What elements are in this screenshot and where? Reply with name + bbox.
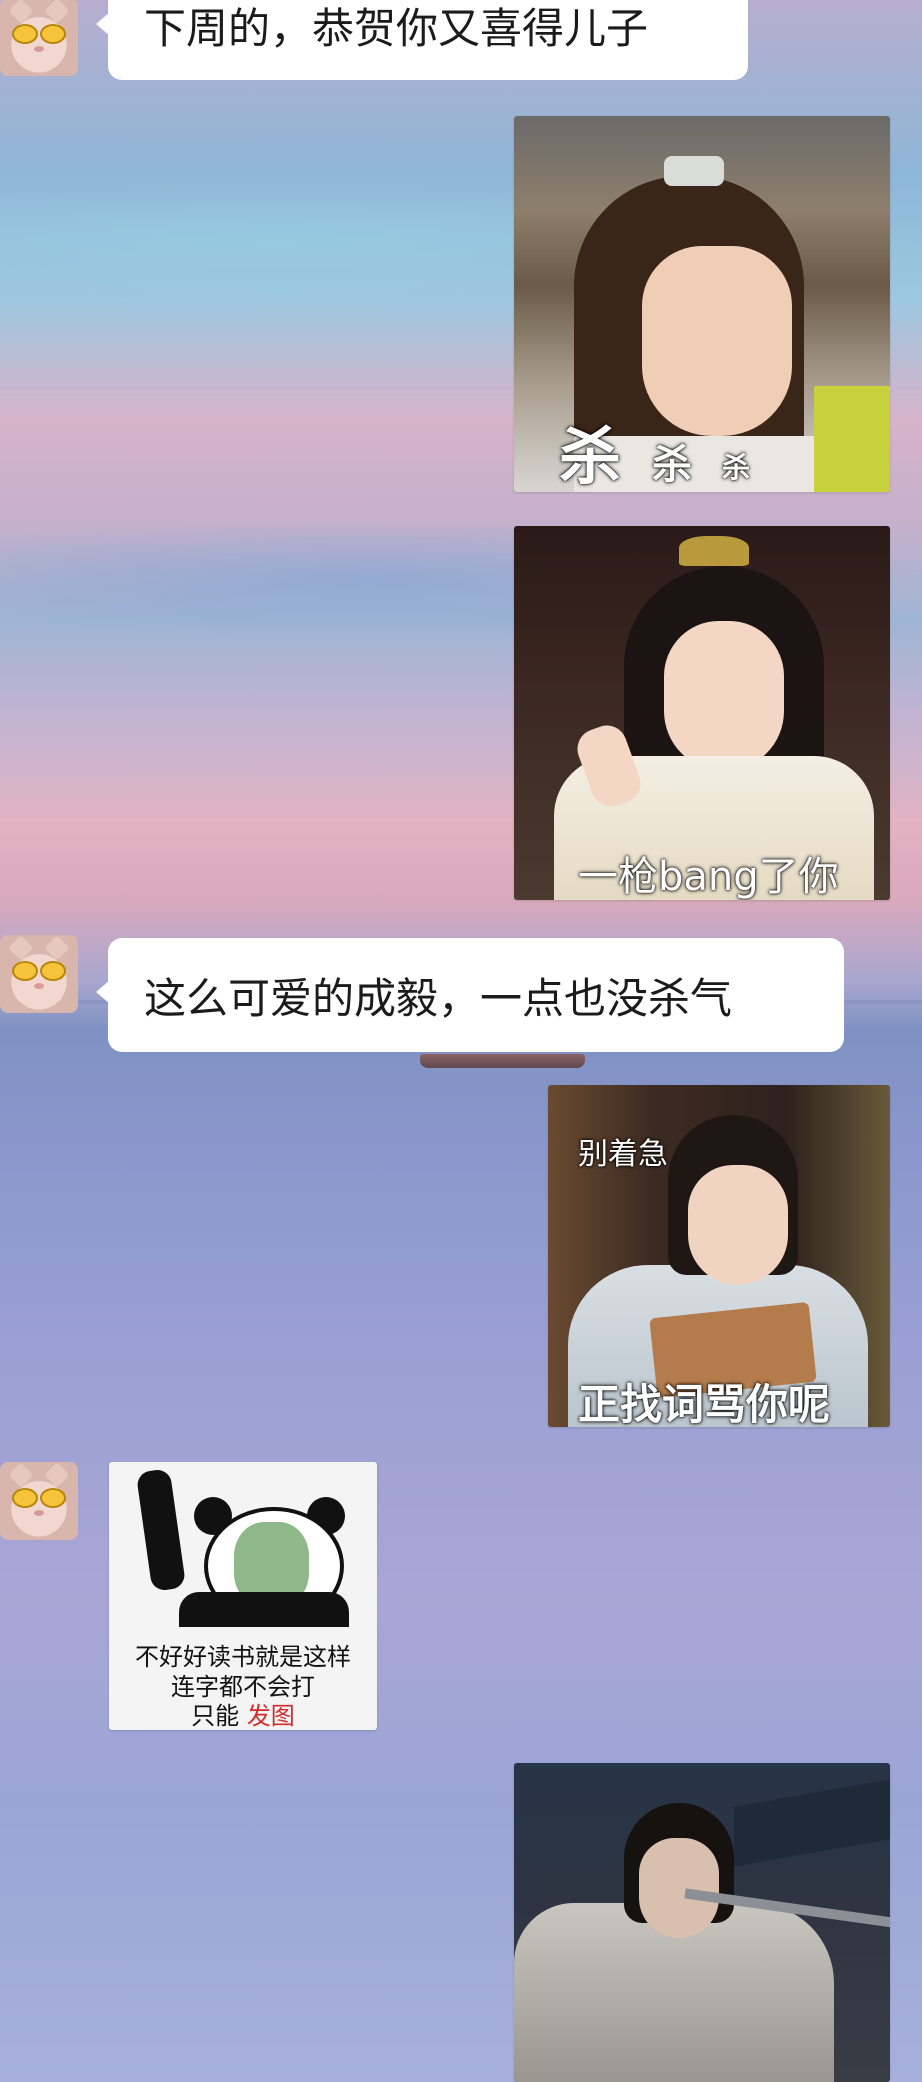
avatar-nose: [34, 1510, 44, 1516]
sunglasses-icon: [12, 24, 38, 44]
photo-face: [664, 621, 784, 771]
distant-boat: [420, 1054, 585, 1068]
sticker-caption-highlight: 发图: [246, 1702, 295, 1730]
sticker-caption: 杀: [559, 420, 622, 492]
contact-avatar[interactable]: [0, 935, 78, 1013]
sticker-caption-prefix: 只能: [191, 1702, 247, 1730]
panda-body: [179, 1592, 349, 1627]
sticker-image-sword[interactable]: [514, 1763, 890, 2082]
sticker-image-panda[interactable]: 不好好读书就是这样 连字都不会打 只能 发图: [109, 1462, 377, 1730]
sticker-image-kill[interactable]: 杀 杀 杀: [514, 116, 890, 492]
photo-hair-ornament: [679, 536, 749, 566]
sticker-image-book[interactable]: 别着急 正找词骂你呢: [548, 1085, 890, 1427]
message-text: 下周的，恭贺你又喜得儿子: [144, 3, 649, 53]
message-text: 这么可爱的成毅，一点也没杀气: [144, 973, 733, 1023]
sticker-caption: 正找词骂你呢: [578, 1380, 831, 1427]
message-bubble-received[interactable]: 这么可爱的成毅，一点也没杀气: [96, 938, 844, 1052]
sticker-caption: 杀: [652, 442, 692, 488]
avatar-ear: [44, 1462, 70, 1488]
sticker-caption: 一枪bang了你: [578, 854, 839, 900]
avatar-nose: [34, 46, 44, 52]
sunglasses-icon: [12, 961, 38, 981]
sunglasses-icon: [12, 1488, 38, 1508]
sticker-caption: 杀: [722, 451, 751, 484]
avatar-ear: [44, 935, 70, 961]
sunglasses-icon: [40, 961, 66, 981]
photo-roof: [734, 1779, 890, 1867]
sunglasses-icon: [40, 24, 66, 44]
avatar-ear: [8, 0, 34, 24]
photo-hairpiece: [664, 156, 724, 186]
panda-raised-arm: [135, 1468, 187, 1592]
avatar-ear: [44, 0, 70, 24]
avatar-ear: [8, 1462, 34, 1488]
contact-avatar[interactable]: [0, 1462, 78, 1540]
photo-face: [642, 246, 792, 436]
photo-background-figure: [814, 386, 890, 492]
avatar-nose: [34, 983, 44, 989]
message-bubble-received[interactable]: 下周的，恭贺你又喜得儿子: [96, 0, 748, 80]
sticker-caption: 只能 发图: [109, 1696, 377, 1730]
contact-avatar[interactable]: [0, 0, 78, 76]
photo-face: [688, 1165, 788, 1285]
sunglasses-icon: [40, 1488, 66, 1508]
photo-face: [639, 1838, 719, 1938]
sticker-caption: 别着急: [578, 1137, 668, 1172]
avatar-ear: [8, 935, 34, 961]
sticker-image-bang[interactable]: 一枪bang了你: [514, 526, 890, 900]
